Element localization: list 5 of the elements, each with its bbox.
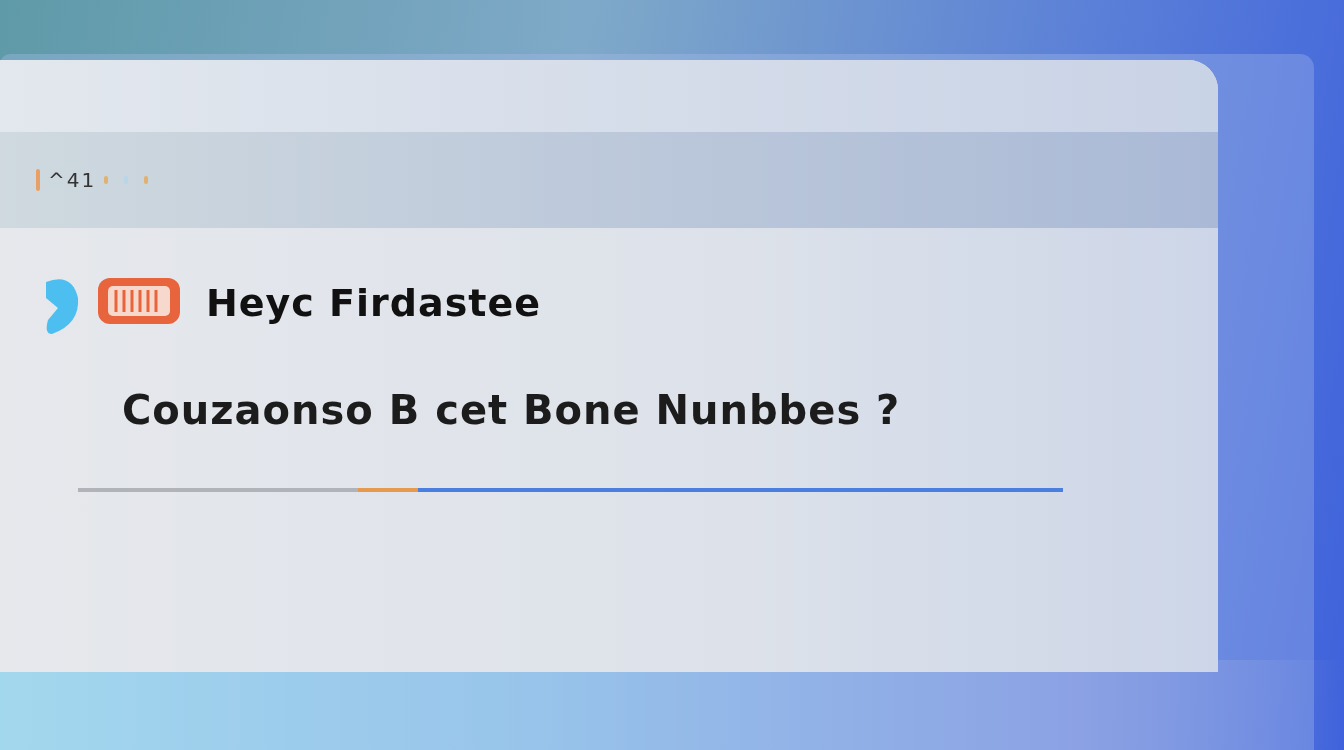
question-text: Couzaonso B cet Bone Nunbbes ? — [122, 386, 902, 435]
title: Heyc Firdastee — [206, 279, 541, 327]
header-label: ^41 — [48, 167, 97, 194]
dots-icon — [104, 176, 149, 184]
marker-icon — [36, 169, 40, 191]
